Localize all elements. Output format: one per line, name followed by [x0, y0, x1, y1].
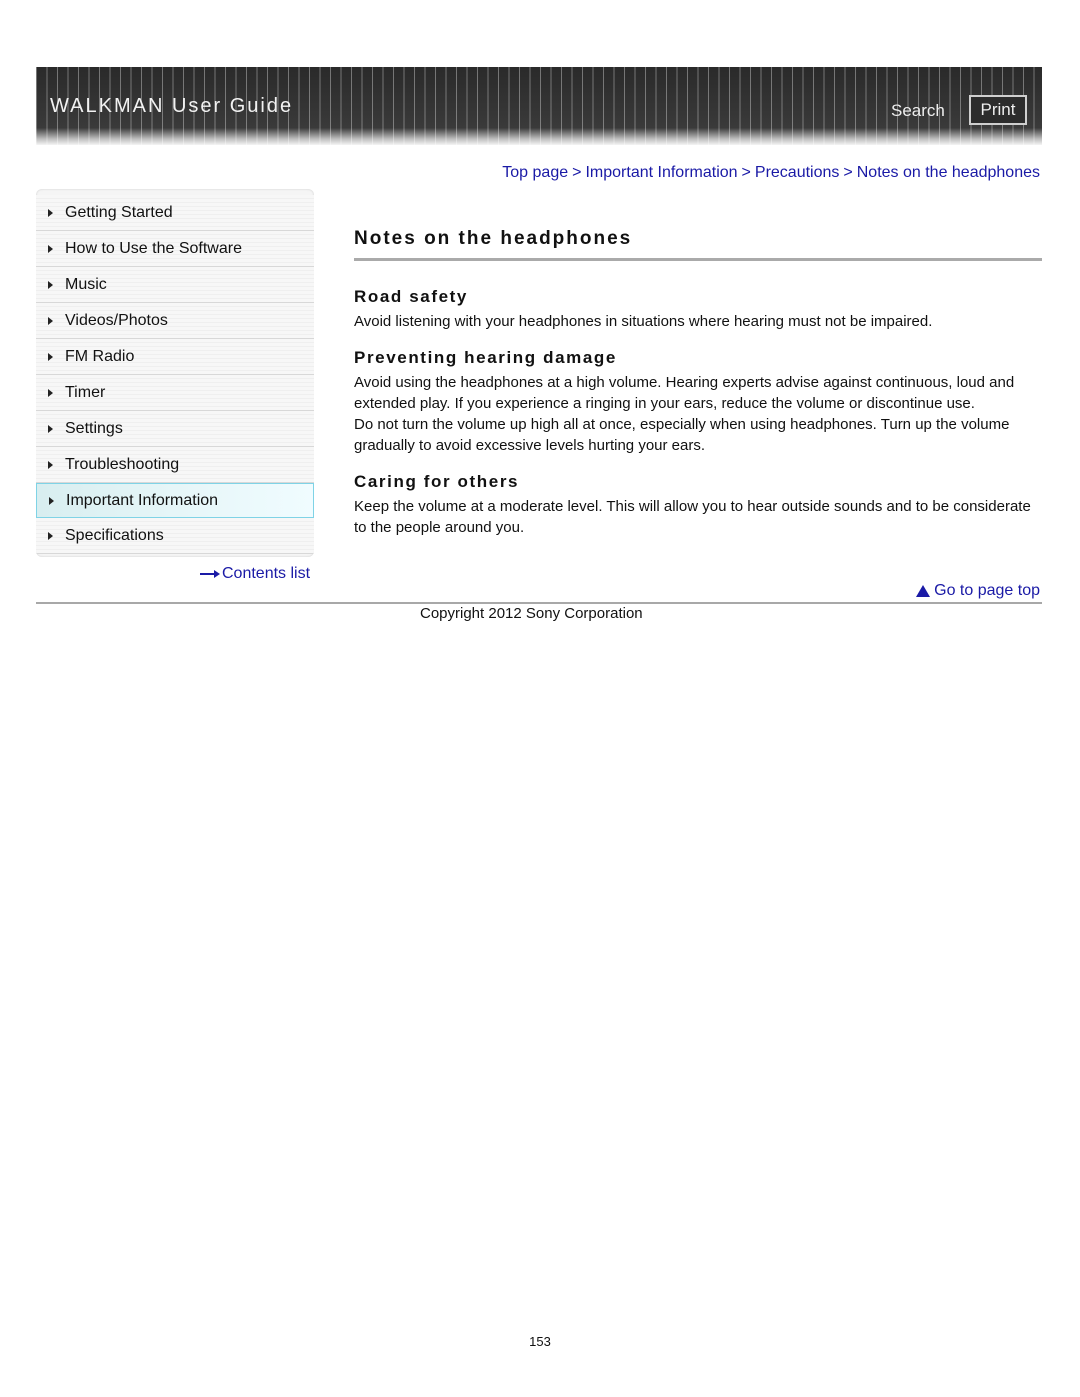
sidebar-item-specifications[interactable]: Specifications [36, 518, 314, 554]
header-bar: WALKMAN User Guide Search Print [36, 67, 1042, 145]
breadcrumb-precautions[interactable]: Precautions [755, 164, 840, 181]
sidebar-item-how-to-use-software[interactable]: How to Use the Software [36, 231, 314, 267]
sidebar-item-getting-started[interactable]: Getting Started [36, 195, 314, 231]
sidebar-item-settings[interactable]: Settings [36, 411, 314, 447]
sidebar-nav: Getting Started How to Use the Software … [36, 189, 314, 557]
breadcrumb-important-information[interactable]: Important Information [585, 164, 737, 181]
app-title: WALKMAN User Guide [50, 95, 294, 117]
sidebar-item-fm-radio[interactable]: FM Radio [36, 339, 314, 375]
page-title: Notes on the headphones [354, 228, 1042, 261]
sidebar-item-label: Getting Started [65, 203, 173, 221]
page-number: 153 [529, 1334, 551, 1349]
triangle-right-icon [48, 388, 53, 397]
breadcrumb-separator: > [843, 164, 853, 181]
sidebar-item-music[interactable]: Music [36, 267, 314, 303]
triangle-right-icon [48, 316, 53, 325]
breadcrumb-separator: > [741, 164, 751, 181]
section-title-preventing-hearing-damage: Preventing hearing damage [354, 348, 617, 367]
contents-list-link[interactable]: Contents list [200, 565, 310, 583]
breadcrumb-current-page[interactable]: Notes on the headphones [857, 164, 1040, 181]
copyright-text: Copyright 2012 Sony Corporation [420, 605, 643, 622]
section-paragraph: Avoid using the headphones at a high vol… [354, 374, 1015, 412]
triangle-right-icon [48, 424, 53, 433]
triangle-right-icon [48, 352, 53, 361]
triangle-right-icon [48, 208, 53, 217]
triangle-right-icon [48, 280, 53, 289]
main-content: Notes on the headphones Road safety Avoi… [354, 228, 1042, 538]
section-paragraph: Avoid listening with your headphones in … [354, 313, 933, 330]
sidebar-item-label: Troubleshooting [65, 455, 180, 473]
sidebar-item-label: Settings [65, 419, 123, 437]
sidebar-item-videos-photos[interactable]: Videos/Photos [36, 303, 314, 339]
triangle-right-icon [48, 244, 53, 253]
arrow-right-icon [200, 570, 220, 578]
section-title-road-safety: Road safety [354, 287, 468, 306]
sidebar-item-label: Music [65, 275, 107, 293]
sidebar-item-label: FM Radio [65, 347, 135, 365]
sidebar-item-label: Important Information [66, 491, 219, 509]
section-title-caring-for-others: Caring for others [354, 472, 520, 491]
sidebar-item-label: How to Use the Software [65, 239, 242, 257]
breadcrumb: Top page > Important Information > Precautio… [502, 164, 1040, 182]
go-to-page-top-label: Go to page top [934, 582, 1040, 599]
go-to-page-top-link[interactable]: Go to page top [916, 582, 1040, 600]
sidebar-item-label: Timer [65, 383, 106, 401]
sidebar-item-label: Specifications [65, 526, 164, 544]
print-button[interactable]: Print [969, 95, 1027, 125]
breadcrumb-top-page[interactable]: Top page [502, 164, 568, 181]
triangle-right-icon [48, 460, 53, 469]
contents-list-label: Contents list [222, 565, 311, 582]
triangle-up-icon [916, 585, 931, 597]
sidebar-item-label: Videos/Photos [65, 311, 168, 329]
triangle-right-icon [48, 531, 53, 540]
sidebar-item-troubleshooting[interactable]: Troubleshooting [36, 447, 314, 483]
sidebar-item-important-information[interactable]: Important Information [36, 483, 314, 518]
section-paragraph: Keep the volume at a moderate level. Thi… [354, 498, 1031, 536]
breadcrumb-separator: > [572, 164, 582, 181]
footer-divider [36, 602, 1042, 604]
sidebar-item-timer[interactable]: Timer [36, 375, 314, 411]
triangle-right-icon [49, 496, 54, 505]
section-paragraph: Do not turn the volume up high all at on… [354, 416, 1010, 454]
search-button[interactable]: Search [891, 101, 945, 121]
